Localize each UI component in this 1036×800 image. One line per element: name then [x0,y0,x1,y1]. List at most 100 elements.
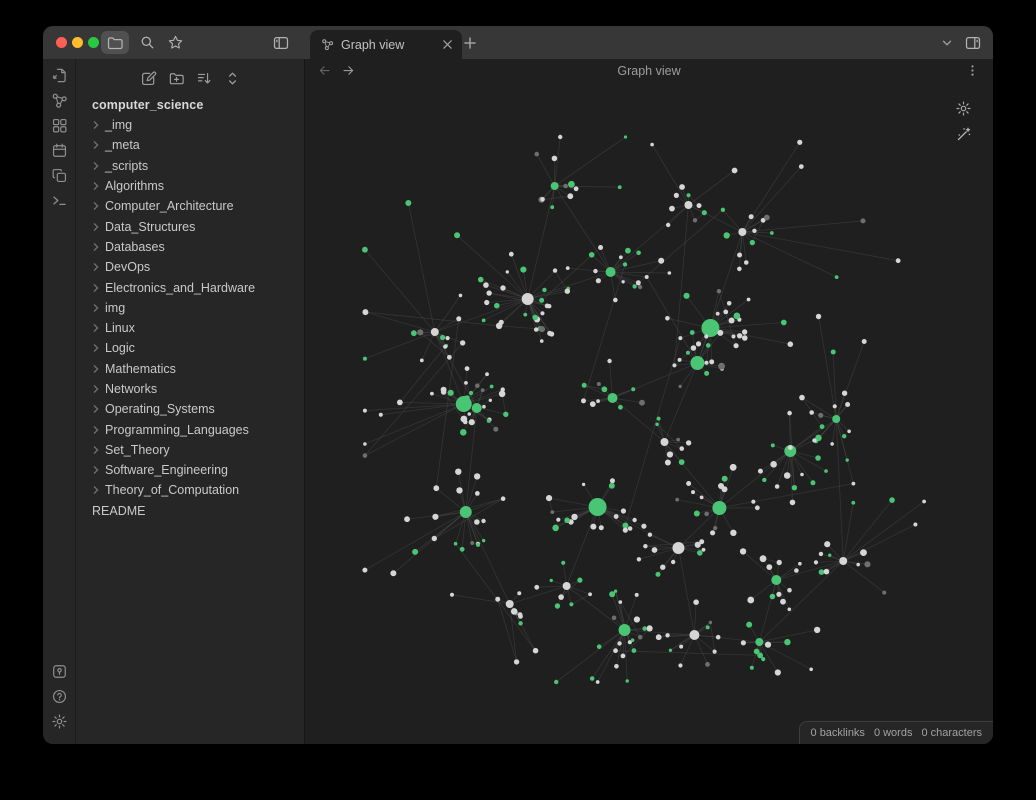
quick-switcher-icon [51,67,68,84]
tree-item-README[interactable]: README [76,501,304,521]
daily-note-button[interactable] [47,138,71,162]
terminal-button[interactable] [47,188,71,212]
tree-item-Theory_of_Computation[interactable]: Theory_of_Computation [76,480,304,500]
file-tree-item-label: Set_Theory [105,443,170,457]
file-tree-item-label: Databases [105,240,165,254]
tab-list-dropdown-button[interactable] [937,26,957,59]
vault-switcher-button[interactable] [47,659,71,683]
plus-icon [463,36,477,50]
tree-item-Set_Theory[interactable]: Set_Theory [76,440,304,460]
tree-item-Operating_Systems[interactable]: Operating_Systems [76,399,304,419]
graph-area: 0 backlinks 0 words 0 characters [305,82,993,744]
tree-item-DevOps[interactable]: DevOps [76,257,304,277]
chevron-right-icon [91,425,101,435]
collapse-left-sidebar-button[interactable] [267,26,295,59]
file-explorer-toolbar [76,65,304,91]
file-tree-item-label: _img [105,118,132,132]
tree-item-Electronics_and_Hardware[interactable]: Electronics_and_Hardware [76,277,304,297]
quick-switcher-button[interactable] [47,63,71,87]
minimize-window-button[interactable] [72,37,83,48]
graph-view-icon [51,92,68,109]
tree-item-Logic[interactable]: Logic [76,338,304,358]
left-ribbon [43,59,76,744]
folder-icon [106,34,124,52]
file-tree-item-label: Linux [105,321,135,335]
file-tree-item-label: Mathematics [105,362,176,376]
tree-item-img[interactable]: img [76,298,304,318]
terminal-icon [51,192,68,209]
templates-button[interactable] [47,163,71,187]
chevron-right-icon [91,181,101,191]
graph-settings-button[interactable] [954,99,972,117]
chevron-right-icon [91,323,101,333]
file-tree-item-label: Networks [105,382,157,396]
tree-item-_meta[interactable]: _meta [76,135,304,155]
more-options-button[interactable] [966,59,979,82]
collapse-all-button[interactable] [222,68,242,88]
chevron-right-icon [91,384,101,394]
new-folder-icon [168,70,185,87]
chevron-right-icon [91,404,101,414]
tree-item-Databases[interactable]: Databases [76,237,304,257]
chevron-right-icon [91,445,101,455]
tab-graph-view[interactable]: Graph view [310,30,462,59]
close-window-button[interactable] [56,37,67,48]
new-note-button[interactable] [138,68,158,88]
sort-icon [196,70,213,87]
chevron-right-icon [91,242,101,252]
tree-item-_scripts[interactable]: _scripts [76,156,304,176]
navigate-back-button[interactable] [317,63,332,78]
status-words: 0 words [874,727,913,739]
tree-item-Mathematics[interactable]: Mathematics [76,359,304,379]
file-tree-item-label: Operating_Systems [105,402,215,416]
wand-icon [955,126,972,143]
tree-item-_img[interactable]: _img [76,115,304,135]
vault-title[interactable]: computer_science [92,98,304,112]
chevron-right-icon [91,262,101,272]
graph-animate-button[interactable] [954,125,972,143]
zoom-window-button[interactable] [88,37,99,48]
navigate-forward-button[interactable] [341,63,356,78]
search-button[interactable] [133,26,161,59]
more-options-icon [966,64,979,77]
tree-item-Software_Engineering[interactable]: Software_Engineering [76,460,304,480]
arrow-left-icon [317,63,332,78]
tree-item-Linux[interactable]: Linux [76,318,304,338]
file-tree-item-label: Data_Structures [105,220,195,234]
chevron-right-icon [91,140,101,150]
tree-item-Algorithms[interactable]: Algorithms [76,176,304,196]
tree-item-Programming_Languages[interactable]: Programming_Languages [76,419,304,439]
view-title: Graph view [305,59,993,82]
toggle-file-explorer-button[interactable] [101,31,129,54]
tree-item-Data_Structures[interactable]: Data_Structures [76,216,304,236]
search-icon [139,34,156,51]
settings-button[interactable] [47,709,71,733]
tree-item-Computer_Architecture[interactable]: Computer_Architecture [76,196,304,216]
tree-item-Networks[interactable]: Networks [76,379,304,399]
sort-order-button[interactable] [194,68,214,88]
settings-icon [51,713,68,730]
chevron-right-icon [91,120,101,130]
chevron-right-icon [91,485,101,495]
chevron-right-icon [91,465,101,475]
new-folder-button[interactable] [166,68,186,88]
titlebar: Graph view [43,26,993,59]
window-body: computer_science _img _meta _scripts Alg… [43,59,993,744]
arrow-right-icon [341,63,356,78]
new-tab-button[interactable] [459,26,481,59]
file-tree-item-label: README [92,504,145,518]
bookmarks-button[interactable] [161,26,189,59]
traffic-lights [56,26,99,59]
expand-right-sidebar-button[interactable] [959,26,987,59]
graph-canvas[interactable] [305,82,993,744]
status-characters: 0 characters [921,727,982,739]
file-tree-item-label: DevOps [105,260,150,274]
expand-collapse-icon [224,70,241,87]
canvas-button[interactable] [47,113,71,137]
help-button[interactable] [47,684,71,708]
file-tree-item-label: img [105,301,125,315]
graph-view-button[interactable] [47,88,71,112]
close-icon[interactable] [442,39,453,50]
file-tree-item-label: Theory_of_Computation [105,483,239,497]
file-tree-item-label: Logic [105,341,135,355]
